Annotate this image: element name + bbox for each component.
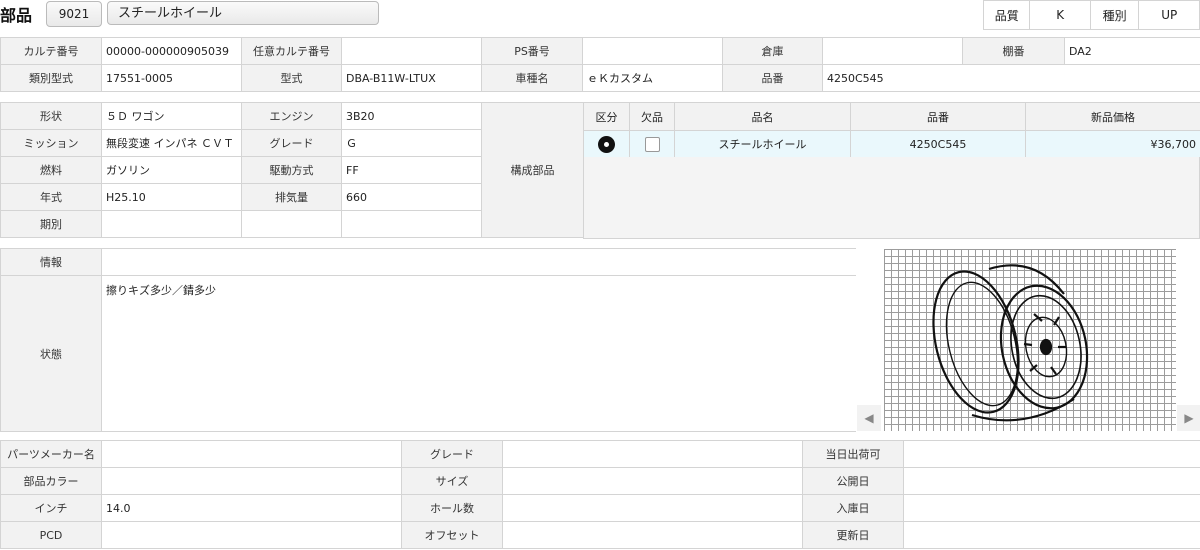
notes-table: 情報 状態 擦りキズ多少／錆多少 — [0, 248, 857, 432]
color-label: 部品カラー — [0, 467, 102, 495]
karte-number-value: 00000-000000905039 — [101, 37, 242, 65]
same-day-ship-value — [903, 440, 1200, 468]
part-number-label: 品番 — [722, 64, 823, 92]
ps-number-label: PS番号 — [481, 37, 583, 65]
model-code-value: DBA-B11W-LTUX — [341, 64, 482, 92]
type-label: 種別 — [1089, 0, 1140, 30]
part-code-field[interactable]: 9021 — [46, 1, 102, 27]
classification-label: 類別型式 — [0, 64, 102, 92]
shape-value: ５Ｄ ワゴン — [101, 102, 242, 130]
warehouse-label: 倉庫 — [722, 37, 823, 65]
pcd-value — [101, 521, 402, 549]
col-number: 品番 — [850, 102, 1026, 131]
col-price: 新品価格 — [1025, 102, 1200, 131]
components-table: 区分 欠品 品名 品番 新品価格 スチールホイール 4250C545 ¥36,7… — [583, 102, 1200, 158]
period-label: 期別 — [0, 210, 102, 238]
shelf-number-value: DA2 — [1064, 37, 1200, 65]
update-date-value — [903, 521, 1200, 549]
inch-label: インチ — [0, 494, 102, 522]
year-value: H25.10 — [101, 183, 242, 211]
price-cell: ¥36,700 — [1025, 130, 1200, 158]
drive-value: FF — [341, 156, 482, 184]
ps-number-value — [582, 37, 723, 65]
table-row[interactable]: スチールホイール 4250C545 ¥36,700 — [583, 130, 1200, 158]
size-label: サイズ — [401, 467, 503, 495]
stock-date-value — [903, 494, 1200, 522]
classification-value: 17551-0005 — [101, 64, 242, 92]
same-day-ship-label: 当日出荷可 — [802, 440, 904, 468]
hole-count-label: ホール数 — [401, 494, 503, 522]
empty-value — [341, 210, 482, 238]
col-name: 品名 — [674, 102, 851, 131]
transmission-label: ミッション — [0, 129, 102, 157]
custom-karte-number-label: 任意カルテ番号 — [241, 37, 342, 65]
quality-type-box: 品質 K 種別 UP — [982, 0, 1200, 30]
empty-label — [241, 210, 342, 238]
components-table-empty-area — [583, 157, 1200, 239]
shape-label: 形状 — [0, 102, 102, 130]
maker-value — [101, 440, 402, 468]
record-info-table: カルテ番号 00000-000000905039 任意カルテ番号 PS番号 倉庫… — [0, 37, 1200, 92]
engine-value: 3B20 — [341, 102, 482, 130]
car-name-value: ｅＫカスタム — [582, 64, 723, 92]
fuel-value: ガソリン — [101, 156, 242, 184]
col-category: 区分 — [583, 102, 630, 131]
update-date-label: 更新日 — [802, 521, 904, 549]
pcd-label: PCD — [0, 521, 102, 549]
drive-label: 駆動方式 — [241, 156, 342, 184]
shelf-number-label: 棚番 — [962, 37, 1065, 65]
displacement-label: 排気量 — [241, 183, 342, 211]
quality-label: 品質 — [982, 0, 1031, 30]
maker-label: パーツメーカー名 — [0, 440, 102, 468]
part-image[interactable] — [884, 249, 1176, 431]
stock-date-label: 入庫日 — [802, 494, 904, 522]
displacement-value: 660 — [341, 183, 482, 211]
next-image-button[interactable]: ▶ — [1177, 405, 1200, 431]
part-number-cell: 4250C545 — [850, 130, 1026, 158]
offset-label: オフセット — [401, 521, 503, 549]
publish-date-value — [903, 467, 1200, 495]
quality-value: K — [1029, 0, 1091, 30]
publish-date-label: 公開日 — [802, 467, 904, 495]
spec-grade-value — [502, 440, 803, 468]
spec-grade-label: グレード — [401, 440, 503, 468]
page-title: 部品 — [0, 6, 33, 25]
specs-table: パーツメーカー名 グレード 当日出荷可 部品カラー サイズ 公開日 インチ 14… — [0, 440, 1200, 549]
model-code-label: 型式 — [241, 64, 342, 92]
period-value — [101, 210, 242, 238]
category-cell — [583, 130, 630, 158]
car-name-label: 車種名 — [481, 64, 583, 92]
missing-cell[interactable] — [629, 130, 675, 158]
info-value — [101, 248, 857, 276]
fuel-label: 燃料 — [0, 156, 102, 184]
missing-checkbox[interactable] — [644, 136, 660, 152]
col-missing: 欠品 — [629, 102, 675, 131]
vehicle-info-table: 形状 ５Ｄ ワゴン エンジン 3B20 構成部品 ミッション 無段変速 インパネ… — [0, 102, 584, 238]
disc-icon — [598, 135, 615, 153]
inch-value: 14.0 — [101, 494, 402, 522]
offset-value — [502, 521, 803, 549]
info-label: 情報 — [0, 248, 102, 276]
part-name-cell: スチールホイール — [674, 130, 851, 158]
part-number-value: 4250C545 — [822, 64, 1200, 92]
karte-number-label: カルテ番号 — [0, 37, 102, 65]
color-value — [101, 467, 402, 495]
condition-value: 擦りキズ多少／錆多少 — [101, 275, 857, 432]
transmission-value: 無段変速 インパネ ＣＶＴ — [101, 129, 242, 157]
prev-image-button[interactable]: ◀ — [857, 405, 881, 431]
engine-label: エンジン — [241, 102, 342, 130]
size-value — [502, 467, 803, 495]
grade-value: Ｇ — [341, 129, 482, 157]
custom-karte-number-value — [341, 37, 482, 65]
condition-label: 状態 — [0, 275, 102, 432]
type-value: UP — [1138, 0, 1200, 30]
grade-label: グレード — [241, 129, 342, 157]
warehouse-value — [822, 37, 963, 65]
steel-wheel-drawing — [932, 264, 1089, 422]
components-label: 構成部品 — [481, 102, 584, 238]
year-label: 年式 — [0, 183, 102, 211]
part-name-field[interactable]: スチールホイール — [107, 1, 379, 25]
hole-count-value — [502, 494, 803, 522]
